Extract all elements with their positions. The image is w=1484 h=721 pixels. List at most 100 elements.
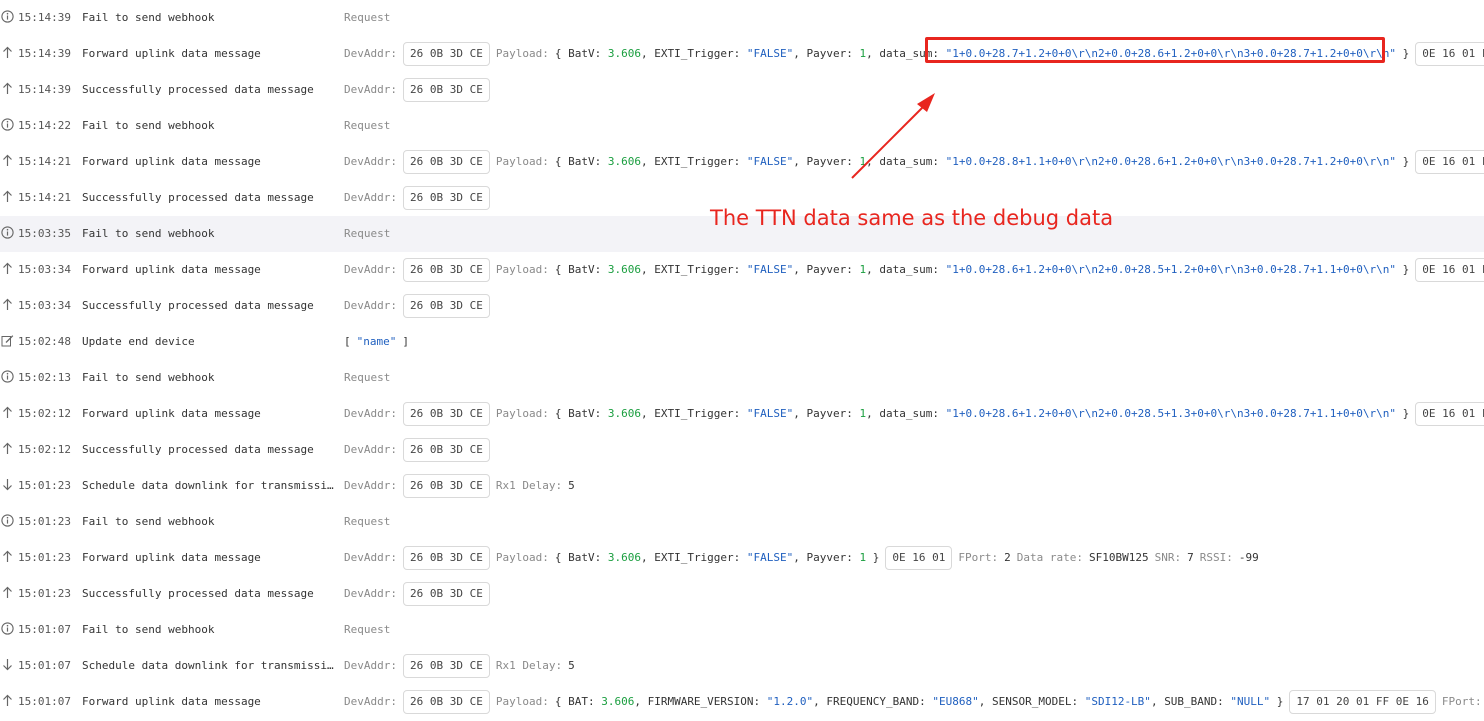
event-row[interactable]: 15:14:39 Successfully processed data mes… <box>0 72 1484 108</box>
devaddr-chip[interactable]: 26 0B 3D CE <box>402 78 490 102</box>
event-time: 15:03:34 <box>18 263 71 276</box>
event-time: 15:01:23 <box>18 479 71 492</box>
event-time: 15:14:22 <box>18 119 71 132</box>
event-time: 15:02:12 <box>18 443 71 456</box>
event-time: 15:03:34 <box>18 299 71 312</box>
event-row[interactable]: 15:14:21 Forward uplink data message Dev… <box>0 144 1484 180</box>
event-row[interactable]: 15:03:34 Forward uplink data message Dev… <box>0 252 1484 288</box>
devaddr-label: DevAddr: <box>344 83 397 96</box>
event-details: Request <box>344 504 390 540</box>
arrow-up-icon <box>0 252 14 288</box>
batv-value: 3.606 <box>607 47 641 60</box>
devaddr-chip[interactable]: 26 0B 3D CE <box>402 654 490 678</box>
devaddr-label: DevAddr: <box>344 551 397 564</box>
exti-value: "FALSE" <box>746 407 794 420</box>
event-details: DevAddr: 26 0B 3D CE Rx1 Delay: 5 <box>344 648 575 684</box>
devaddr-label: DevAddr: <box>344 299 397 312</box>
event-row[interactable]: 15:14:39 Forward uplink data message Dev… <box>0 36 1484 72</box>
arrow-down-icon <box>0 468 14 504</box>
event-row[interactable]: 15:02:13 Fail to send webhook Request <box>0 360 1484 396</box>
event-row[interactable]: 15:01:07 Fail to send webhook Request <box>0 612 1484 648</box>
event-details: DevAddr: 26 0B 3D CE <box>344 180 490 216</box>
raw-payload-chip[interactable]: 0E 16 01 F1 14 3 <box>1415 150 1484 174</box>
event-name: Successfully processed data message <box>82 191 314 204</box>
event-row[interactable]: 15:01:23 Schedule data downlink for tran… <box>0 468 1484 504</box>
rx1-delay-label: Rx1 Delay: <box>495 659 563 672</box>
event-row[interactable]: 15:14:39 Fail to send webhook Request <box>0 0 1484 36</box>
event-time: 15:02:13 <box>18 371 71 384</box>
event-row[interactable]: 15:02:12 Successfully processed data mes… <box>0 432 1484 468</box>
devaddr-chip[interactable]: 26 0B 3D CE <box>402 258 490 282</box>
event-row[interactable]: 15:02:12 Forward uplink data message Dev… <box>0 396 1484 432</box>
devaddr-chip[interactable]: 26 0B 3D CE <box>402 546 490 570</box>
rx1-delay-value: 5 <box>568 479 575 492</box>
event-row[interactable]: 15:01:23 Successfully processed data mes… <box>0 576 1484 612</box>
arrow-up-icon <box>0 684 14 720</box>
devaddr-chip[interactable]: 26 0B 3D CE <box>402 42 490 66</box>
arrow-up-icon <box>0 288 14 324</box>
data-rate-value: SF10BW125 <box>1088 551 1149 564</box>
payload-label: Payload: <box>495 695 549 708</box>
raw-payload-chip[interactable]: 0E 16 01 F1 14 3 <box>1415 42 1484 66</box>
arrow-up-icon <box>0 432 14 468</box>
devaddr-chip[interactable]: 26 0B 3D CE <box>402 690 490 714</box>
event-details: DevAddr: 26 0B 3D CE <box>344 432 490 468</box>
exti-key: EXTI_Trigger: <box>654 263 741 276</box>
event-row[interactable]: 15:01:23 Fail to send webhook Request <box>0 504 1484 540</box>
payver-key: Payver: <box>806 155 853 168</box>
event-row[interactable]: 15:01:23 Forward uplink data message Dev… <box>0 540 1484 576</box>
event-time: 15:14:39 <box>18 11 71 24</box>
sm-key: SENSOR_MODEL: <box>991 695 1079 708</box>
payload-label: Payload: <box>495 263 549 276</box>
devaddr-label: DevAddr: <box>344 155 397 168</box>
payver-key: Payver: <box>806 263 853 276</box>
info-icon <box>0 504 14 540</box>
event-time: 15:01:07 <box>18 623 71 636</box>
event-time: 15:02:48 <box>18 335 71 348</box>
event-name: Successfully processed data message <box>82 443 314 456</box>
devaddr-chip[interactable]: 26 0B 3D CE <box>402 186 490 210</box>
devaddr-chip[interactable]: 26 0B 3D CE <box>402 438 490 462</box>
devaddr-chip[interactable]: 26 0B 3D CE <box>402 294 490 318</box>
event-details: ["name"] <box>344 324 409 360</box>
event-details: Request <box>344 612 390 648</box>
arrow-up-icon <box>0 576 14 612</box>
event-row[interactable]: 15:03:34 Successfully processed data mes… <box>0 288 1484 324</box>
event-row[interactable]: 15:02:48 Update end device ["name"] <box>0 324 1484 360</box>
event-time: 15:01:07 <box>18 695 71 708</box>
devaddr-label: DevAddr: <box>344 263 397 276</box>
event-details: Request <box>344 216 390 252</box>
devaddr-chip[interactable]: 26 0B 3D CE <box>402 402 490 426</box>
event-name: Forward uplink data message <box>82 551 261 564</box>
raw-payload-chip[interactable]: 0E 16 01 F1 14 3 <box>1415 402 1484 426</box>
event-details: DevAddr: 26 0B 3D CE Rx1 Delay: 5 <box>344 468 575 504</box>
batv-key: BatV: <box>568 155 602 168</box>
event-time: 15:01:23 <box>18 515 71 528</box>
event-name: Successfully processed data message <box>82 587 314 600</box>
raw-payload-chip[interactable]: 0E 16 01 F1 14 3 <box>1415 258 1484 282</box>
event-name: Fail to send webhook <box>82 623 215 636</box>
raw-payload-chip[interactable]: 0E 16 01 <box>885 546 953 570</box>
devaddr-chip[interactable]: 26 0B 3D CE <box>402 474 490 498</box>
event-row[interactable]: 15:01:07 Forward uplink data message Dev… <box>0 684 1484 720</box>
fw-key: FIRMWARE_VERSION: <box>647 695 761 708</box>
raw-payload-chip[interactable]: 17 01 20 01 FF 0E 16 <box>1289 690 1436 714</box>
event-details: Request <box>344 0 390 36</box>
data-sum-key: data_sum: <box>879 263 939 276</box>
event-name: Forward uplink data message <box>82 155 261 168</box>
info-icon <box>0 360 14 396</box>
exti-value: "FALSE" <box>746 263 794 276</box>
devaddr-chip[interactable]: 26 0B 3D CE <box>402 150 490 174</box>
devaddr-chip[interactable]: 26 0B 3D CE <box>402 582 490 606</box>
devaddr-label: DevAddr: <box>344 659 397 672</box>
batv-key: BatV: <box>568 47 602 60</box>
event-details: DevAddr: 26 0B 3D CE Payload: { BAT: 3.606,… <box>344 684 1484 720</box>
devaddr-label: DevAddr: <box>344 47 397 60</box>
rx1-delay-label: Rx1 Delay: <box>495 479 563 492</box>
event-name: Fail to send webhook <box>82 227 215 240</box>
event-row[interactable]: 15:14:22 Fail to send webhook Request <box>0 108 1484 144</box>
event-row[interactable]: 15:01:07 Schedule data downlink for tran… <box>0 648 1484 684</box>
event-name: Forward uplink data message <box>82 407 261 420</box>
payver-key: Payver: <box>806 407 853 420</box>
exti-key: EXTI_Trigger: <box>654 155 741 168</box>
